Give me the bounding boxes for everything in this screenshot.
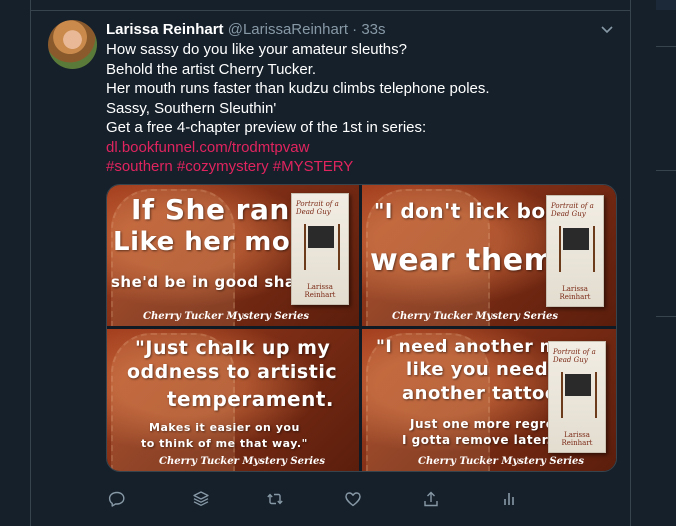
caret-down-icon[interactable]: [598, 20, 616, 38]
tweet-top-divider: [31, 10, 630, 11]
tweet-line: Sassy, Southern Sleuthin': [106, 99, 277, 117]
quote-line: to think of me that way.": [141, 437, 308, 450]
book-author: Larissa Reinhart: [559, 285, 591, 301]
quote-line: I gotta remove later.": [402, 433, 559, 447]
quote-line: temperament.: [167, 387, 335, 411]
book-author: Larissa Reinhart: [304, 283, 336, 299]
book-cover: Portrait of a Dead Guy Larissa Reinhart: [546, 195, 604, 307]
media-image-2[interactable]: "I don't lick boots. wear them." Cherry …: [362, 185, 616, 326]
timeline-right-border: [630, 0, 631, 526]
stack-icon[interactable]: [190, 488, 212, 510]
book-title: Portrait of a Dead Guy: [296, 200, 339, 216]
tweet-line: Get a free 4-chapter preview of the 1st …: [106, 119, 427, 136]
book-title: Portrait of a Dead Guy: [553, 348, 596, 364]
media-image-3[interactable]: "Just chalk up my oddness to artistic te…: [107, 329, 359, 471]
author-name[interactable]: Larissa Reinhart: [106, 21, 224, 38]
timeline-left-border: [30, 0, 31, 526]
quote-line: like you need: [406, 359, 549, 380]
media-grid[interactable]: If She ran Like her mouth she'd be in go…: [106, 184, 617, 472]
reply-icon[interactable]: [106, 488, 128, 510]
book-cover: Portrait of a Dead Guy Larissa Reinhart: [548, 341, 606, 453]
series-label: Cherry Tucker Mystery Series: [159, 456, 326, 467]
like-icon[interactable]: [342, 488, 364, 510]
tweet-actions: [106, 488, 616, 510]
series-label: Cherry Tucker Mystery Series: [392, 311, 559, 322]
author-handle[interactable]: @LarissaReinhart: [228, 21, 348, 38]
tweet-text: How sassy do you like your amateur sleut…: [106, 40, 616, 177]
avatar[interactable]: [48, 20, 97, 69]
media-image-1[interactable]: If She ran Like her mouth she'd be in go…: [107, 185, 359, 326]
quote-line: Just one more regret: [410, 417, 561, 431]
share-icon[interactable]: [420, 488, 442, 510]
book-author: Larissa Reinhart: [561, 431, 593, 447]
tweet-hashtags[interactable]: #southern #cozymystery #MYSTERY: [106, 157, 616, 177]
tweet-line: Her mouth runs faster than kudzu climbs …: [106, 80, 490, 97]
quote-line: oddness to artistic: [127, 361, 338, 383]
tweet-line: How sassy do you like your amateur sleut…: [106, 41, 407, 58]
series-label: Cherry Tucker Mystery Series: [418, 456, 585, 467]
quote-line: If She ran: [131, 193, 290, 226]
quote-line: another tattoo: [402, 383, 558, 404]
series-label: Cherry Tucker Mystery Series: [143, 311, 310, 322]
tweet-timestamp[interactable]: 33s: [361, 21, 385, 38]
tweet-header: Larissa Reinhart @LarissaReinhart · 33s: [106, 20, 386, 40]
quote-line: Makes it easier on you: [149, 421, 300, 434]
tweet-link[interactable]: dl.bookfunnel.com/trodmtpvaw: [106, 138, 616, 158]
retweet-icon[interactable]: [264, 488, 286, 510]
sidebar-edge: [656, 0, 676, 526]
book-title: Portrait of a Dead Guy: [551, 202, 594, 218]
book-cover: Portrait of a Dead Guy Larissa Reinhart: [291, 193, 349, 305]
media-image-4[interactable]: "I need another man like you need anothe…: [362, 329, 616, 471]
quote-line: "Just chalk up my: [135, 337, 331, 359]
header-separator: ·: [352, 21, 358, 38]
tweet-line: Behold the artist Cherry Tucker.: [106, 60, 317, 78]
analytics-icon[interactable]: [498, 488, 520, 510]
